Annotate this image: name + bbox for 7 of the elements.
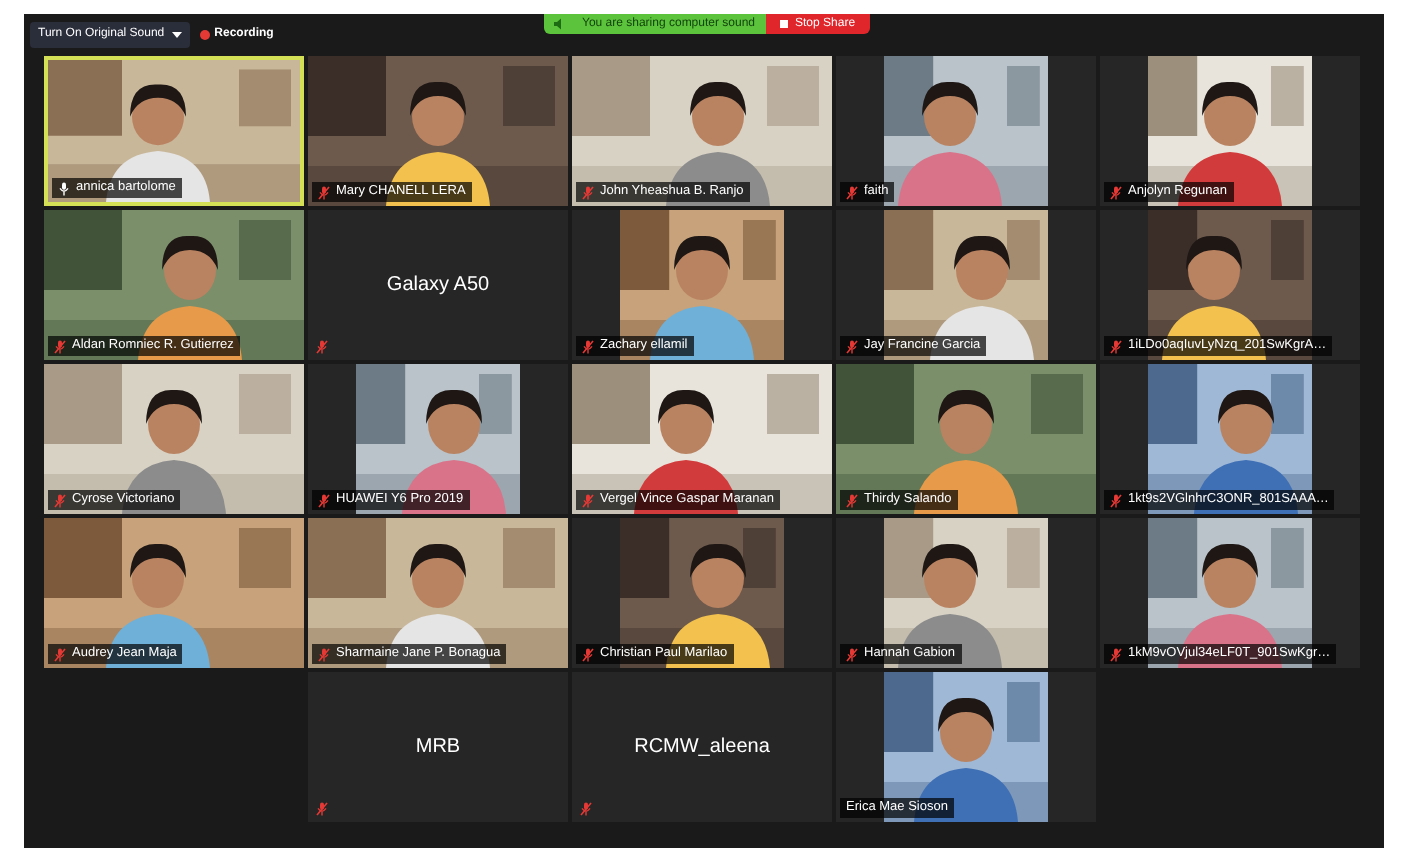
stop-icon bbox=[779, 20, 788, 28]
participant-name: RCMW_aleena bbox=[634, 734, 770, 762]
caret-icon bbox=[172, 32, 183, 38]
recording-dot-icon bbox=[200, 30, 211, 40]
participant-name: Galaxy A50 bbox=[386, 272, 490, 300]
participant-name: MRB bbox=[415, 734, 461, 762]
speaker-icon bbox=[554, 18, 566, 30]
